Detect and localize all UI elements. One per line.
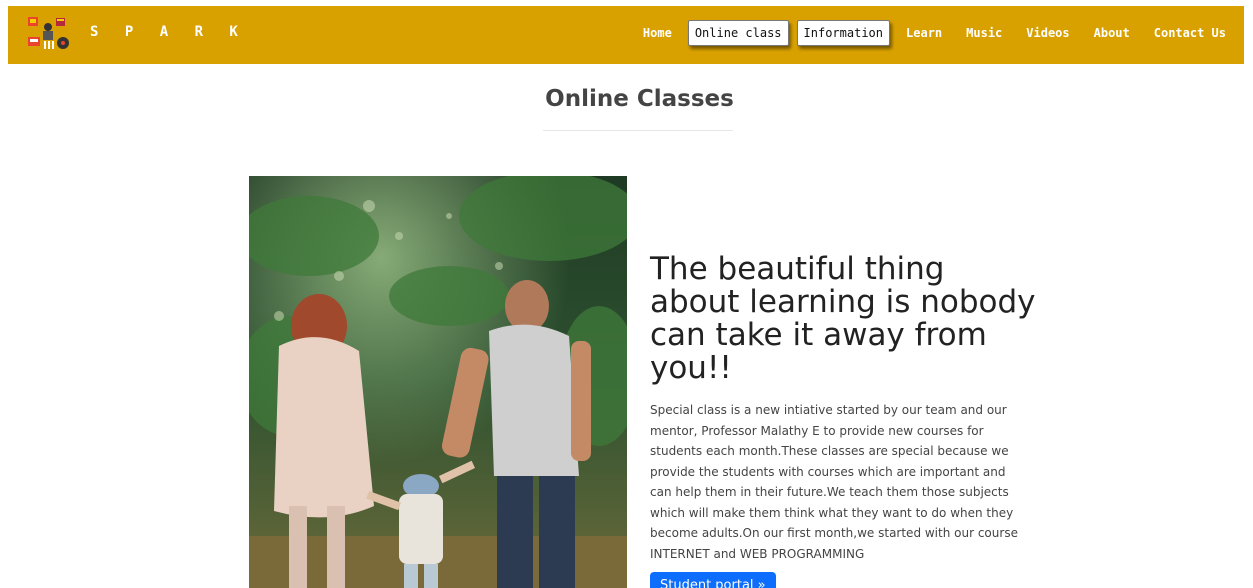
family-walking-photo: [249, 176, 627, 588]
nav-about[interactable]: About: [1086, 20, 1138, 46]
quote-headline: The beautiful thing about learning is no…: [650, 251, 1036, 386]
top-navbar: S P A R K Home Online class Information …: [8, 6, 1244, 64]
nav-learn[interactable]: Learn: [898, 20, 950, 46]
class-description: Special class is a new intiative started…: [650, 403, 1018, 561]
main-nav: Home Online class Information Learn Musi…: [627, 20, 1234, 46]
nav-online-class[interactable]: Online class: [687, 20, 789, 46]
photo-illustration: [249, 176, 627, 588]
spark-logo-icon[interactable]: [26, 15, 74, 51]
nav-videos[interactable]: Videos: [1018, 20, 1077, 46]
nav-music[interactable]: Music: [958, 20, 1010, 46]
nav-information[interactable]: Information: [796, 20, 891, 46]
title-divider: [543, 130, 733, 131]
student-portal-button[interactable]: Student portal »: [650, 572, 776, 588]
nav-contact-us[interactable]: Contact Us: [1146, 20, 1234, 46]
nav-home[interactable]: Home: [635, 20, 680, 46]
page-title: Online Classes: [545, 86, 734, 112]
brand-name[interactable]: S P A R K: [90, 24, 247, 40]
